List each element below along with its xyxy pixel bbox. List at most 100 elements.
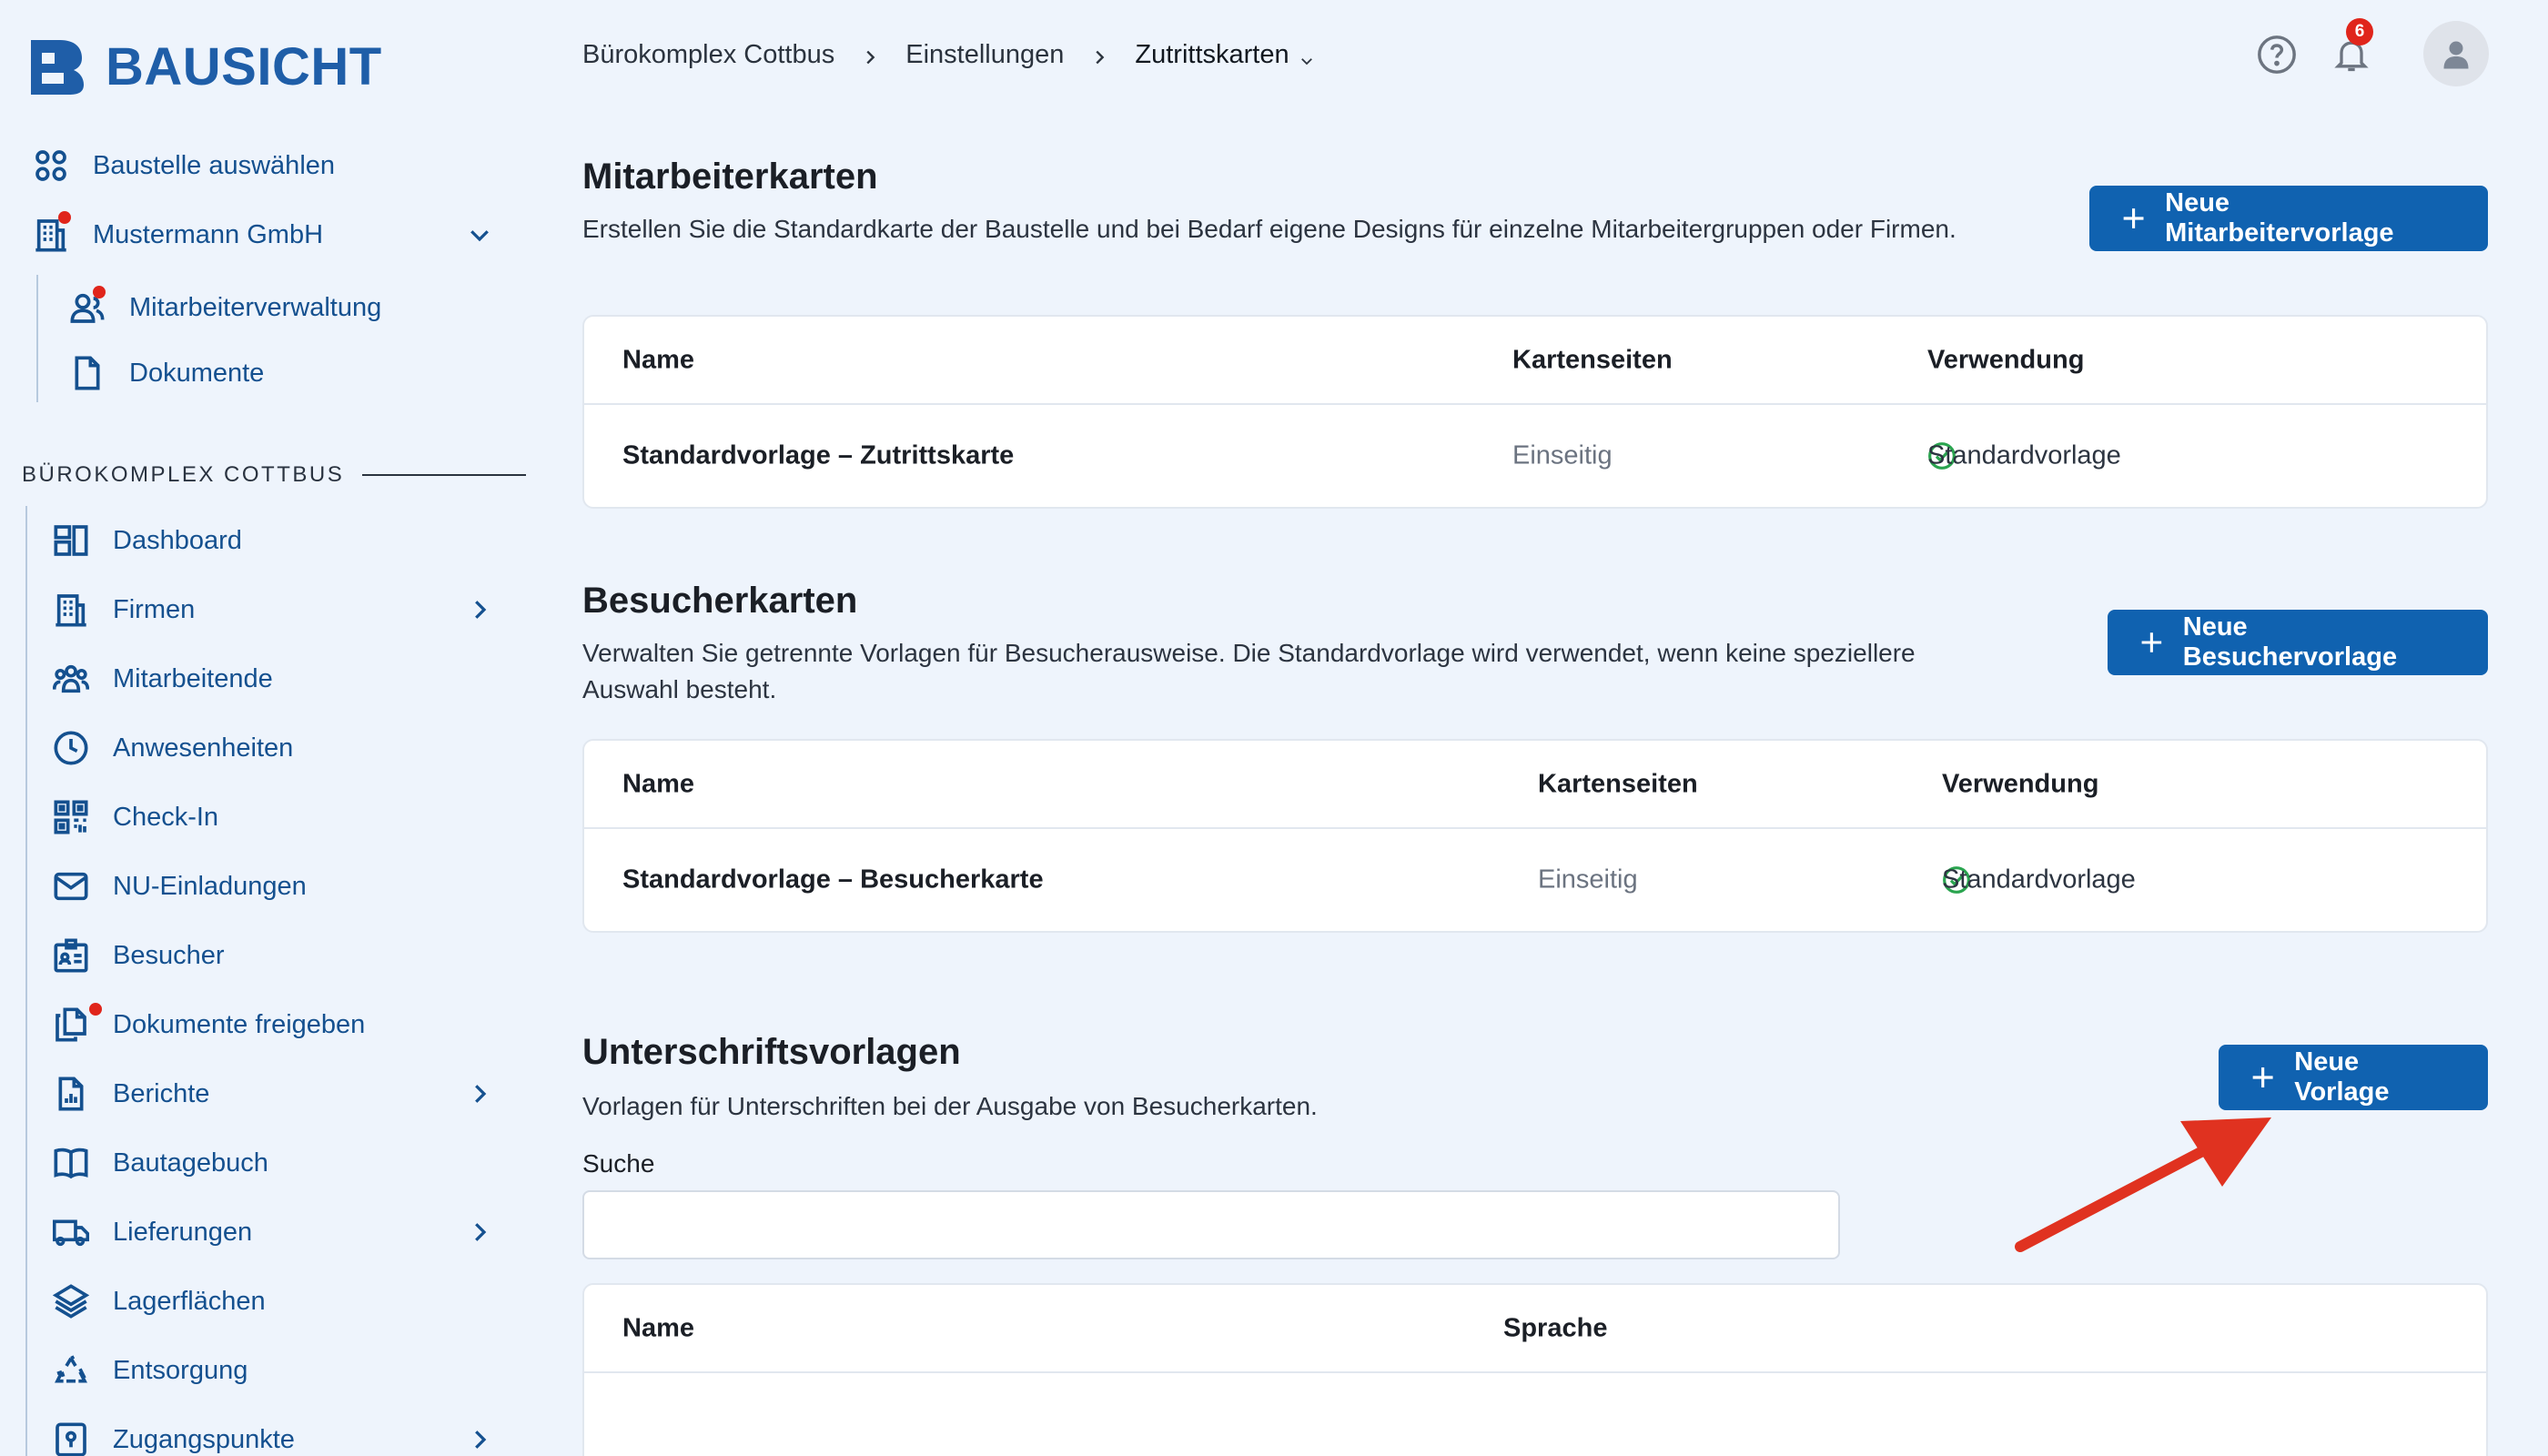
- column-header-sides[interactable]: Kartenseiten: [1512, 345, 1673, 375]
- nav-anwesenheiten[interactable]: Anwesenheiten: [51, 721, 293, 775]
- section-title-text: BÜROKOMPLEX COTTBUS: [22, 462, 345, 487]
- nav-label: Check-In: [113, 802, 219, 832]
- nav-label: Mustermann GmbH: [93, 219, 324, 249]
- mail-icon: [51, 866, 91, 906]
- table-header: Name Kartenseiten Verwendung: [584, 317, 2486, 405]
- chevron-right-icon[interactable]: [466, 596, 493, 623]
- nav-label: Dashboard: [113, 525, 242, 555]
- new-employee-template-button[interactable]: Neue Mitarbeitervorlage: [2089, 186, 2488, 251]
- column-header-name[interactable]: Name: [622, 345, 694, 375]
- column-header-name[interactable]: Name: [622, 1313, 694, 1343]
- notification-dot: [93, 286, 106, 298]
- nav-besucher[interactable]: Besucher: [51, 928, 225, 983]
- column-header-usage[interactable]: Verwendung: [1942, 769, 2098, 799]
- nav-lieferungen[interactable]: Lieferungen: [51, 1205, 252, 1259]
- chevron-right-icon[interactable]: [466, 1080, 493, 1107]
- nav-label: Dokumente freigeben: [113, 1009, 366, 1039]
- notification-dot: [89, 1003, 102, 1016]
- nav-label: Firmen: [113, 594, 196, 624]
- brand-name: BAUSICHT: [106, 36, 382, 96]
- building-icon: [31, 211, 71, 255]
- nav-bautagebuch[interactable]: Bautagebuch: [51, 1136, 268, 1190]
- breadcrumb-item[interactable]: Bürokomplex Cottbus: [582, 40, 834, 70]
- nav-dashboard[interactable]: Dashboard: [51, 513, 242, 568]
- plus-icon: [2252, 1067, 2273, 1087]
- section-heading: Unterschriftsvorlagen: [582, 1032, 961, 1072]
- chevron-right-icon[interactable]: [466, 1426, 493, 1453]
- nav-lagerflaechen[interactable]: Lagerflächen: [51, 1274, 266, 1329]
- plus-icon: [2123, 208, 2144, 228]
- visitor-badge-icon: [51, 935, 91, 976]
- document-icon: [67, 353, 107, 393]
- search-label: Suche: [582, 1149, 655, 1178]
- user-icon: [2443, 41, 2469, 69]
- nav-zugangspunkte[interactable]: Zugangspunkte: [51, 1412, 295, 1456]
- chevron-down-icon[interactable]: [466, 221, 493, 248]
- row-sides: Einseitig: [1538, 864, 1638, 895]
- chevron-right-icon: [860, 45, 880, 65]
- nav-label: Baustelle auswählen: [93, 150, 336, 180]
- nav-dokumente[interactable]: Dokumente: [67, 346, 264, 400]
- nav-nu-einladungen[interactable]: NU-Einladungen: [51, 859, 307, 914]
- truck-icon: [51, 1212, 91, 1252]
- nav-berichte[interactable]: Berichte: [51, 1067, 209, 1121]
- nav-label: Mitarbeiterverwaltung: [129, 292, 382, 322]
- button-label: Neue Besuchervorlage: [2182, 612, 2398, 672]
- row-name: Standardvorlage – Zutrittskarte: [622, 440, 1015, 470]
- building-icon: [51, 590, 91, 630]
- column-header-name[interactable]: Name: [622, 769, 694, 799]
- help-icon[interactable]: [2255, 33, 2299, 76]
- row-usage: Standardvorlage: [1927, 441, 2121, 470]
- notification-badge: 6: [2346, 18, 2373, 46]
- nav-company-mustermann[interactable]: Mustermann GmbH: [31, 207, 323, 262]
- nav-mitarbeiterverwaltung[interactable]: Mitarbeiterverwaltung: [67, 280, 381, 335]
- section-heading: Besucherkarten: [582, 581, 858, 621]
- dashboard-icon: [51, 521, 91, 561]
- visitor-cards-table: Name Kartenseiten Verwendung Standardvor…: [582, 739, 2488, 933]
- grid-icon: [31, 146, 71, 186]
- table-row[interactable]: Standardvorlage – Zutrittskarte Einseiti…: [584, 405, 2486, 507]
- row-name: Standardvorlage – Besucherkarte: [622, 864, 1044, 895]
- qr-code-icon: [51, 797, 91, 837]
- nav-label: Entsorgung: [113, 1355, 248, 1385]
- employee-cards-table: Name Kartenseiten Verwendung Standardvor…: [582, 315, 2488, 509]
- section-heading: Mitarbeiterkarten: [582, 157, 878, 197]
- nav-label: Mitarbeitende: [113, 663, 273, 693]
- column-header-sides[interactable]: Kartenseiten: [1538, 769, 1698, 799]
- nav-mitarbeitende[interactable]: Mitarbeitende: [51, 652, 273, 706]
- nav-label: Besucher: [113, 940, 225, 970]
- team-icon: [51, 659, 91, 699]
- nav-entsorgung[interactable]: Entsorgung: [51, 1343, 248, 1398]
- signature-templates-table: Name Sprache: [582, 1283, 2488, 1456]
- table-row[interactable]: Standardvorlage – Besucherkarte Einseiti…: [584, 829, 2486, 931]
- tree-line: [25, 506, 27, 1456]
- plus-icon: [2141, 632, 2162, 652]
- usage-label: Standardvorlage: [1927, 440, 2121, 470]
- chevron-down-icon[interactable]: [1299, 46, 1315, 66]
- section-description: Verwalten Sie getrennte Vorlagen für Bes…: [582, 639, 1916, 703]
- access-point-icon: [51, 1420, 91, 1456]
- avatar[interactable]: [2423, 21, 2489, 86]
- tree-line: [36, 275, 38, 402]
- sidebar-section-title: BÜROKOMPLEX COTTBUS: [22, 462, 527, 488]
- annotation-arrow: [2015, 1117, 2271, 1252]
- nav-label: Anwesenheiten: [113, 733, 294, 763]
- nav-dokumente-freigeben[interactable]: Dokumente freigeben: [51, 997, 365, 1052]
- brand-logo[interactable]: BAUSICHT: [27, 35, 382, 98]
- column-header-language[interactable]: Sprache: [1503, 1313, 1607, 1343]
- row-sides: Einseitig: [1512, 440, 1613, 470]
- breadcrumb-item[interactable]: Einstellungen: [905, 40, 1064, 70]
- nav-check-in[interactable]: Check-In: [51, 790, 218, 844]
- nav-firmen[interactable]: Firmen: [51, 582, 195, 637]
- chevron-right-icon[interactable]: [466, 1218, 493, 1246]
- new-visitor-template-button[interactable]: Neue Besuchervorlage: [2108, 610, 2488, 675]
- book-icon: [51, 1143, 91, 1183]
- search-input[interactable]: [582, 1190, 1840, 1259]
- nav-label: Berichte: [113, 1078, 210, 1108]
- column-header-usage[interactable]: Verwendung: [1927, 345, 2084, 375]
- nav-label: Dokumente: [129, 358, 265, 388]
- section-description: Erstellen Sie die Standardkarte der Baus…: [582, 215, 1956, 243]
- breadcrumb-current[interactable]: Zutrittskarten: [1135, 40, 1289, 70]
- breadcrumb: Bürokomplex Cottbus Einstellungen Zutrit…: [582, 35, 1315, 75]
- nav-baustelle-auswaehlen[interactable]: Baustelle auswählen: [31, 138, 335, 193]
